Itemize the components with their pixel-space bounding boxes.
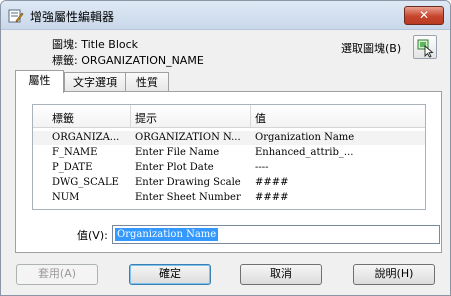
column-header-value[interactable]: 值 (255, 110, 266, 126)
cell-value: ---- (255, 162, 269, 173)
window-title: 增強屬性編輯器 (30, 10, 115, 24)
cell-tag: DWG_SCALE (52, 177, 119, 188)
tab-properties-label: 性質 (136, 76, 158, 89)
close-button[interactable]: ✕ (404, 6, 444, 25)
help-button-label: 說明(H) (374, 267, 414, 280)
tab-text-options-label: 文字選項 (73, 76, 117, 89)
tag-name-label: 標籤: ORGANIZATION_NAME (52, 54, 204, 67)
enhanced-attribute-editor-window: 增強屬性編輯器 ✕ 圖塊: Title Block 標籤: ORGANIZATI… (0, 0, 451, 296)
table-row[interactable]: DWG_SCALE Enter Drawing Scale #### (33, 176, 425, 190)
tab-attribute[interactable]: 屬性 (15, 70, 64, 93)
select-block-icon (414, 39, 436, 61)
select-block-button[interactable] (413, 35, 437, 59)
cell-value: #### (255, 192, 289, 203)
attribute-list[interactable]: 標籤 提示 值 ORGANIZA... ORGANIZATION N... Or… (32, 104, 426, 210)
table-row[interactable]: F_NAME Enter File Name Enhanced_attrib_.… (33, 146, 425, 160)
help-button[interactable]: 說明(H) (353, 264, 435, 285)
table-row[interactable]: NUM Enter Sheet Number #### (33, 191, 425, 205)
cell-value: #### (255, 177, 289, 188)
title-bar[interactable]: 增強屬性編輯器 ✕ (1, 1, 450, 30)
value-input-text: Organization Name (115, 228, 219, 241)
column-divider[interactable] (250, 105, 251, 127)
tab-attribute-label: 屬性 (28, 74, 51, 87)
cancel-button-label: 取消 (270, 267, 292, 280)
close-icon: ✕ (418, 8, 430, 22)
cell-prompt: Enter Plot Date (135, 162, 214, 173)
cell-prompt: Enter File Name (135, 147, 220, 158)
tab-properties[interactable]: 性質 (125, 72, 169, 93)
cell-prompt: Enter Sheet Number (135, 192, 241, 203)
block-name-label: 圖塊: Title Block (52, 38, 139, 51)
cell-tag: ORGANIZA... (52, 132, 120, 143)
app-icon (8, 8, 24, 24)
apply-button-label: 套用(A) (37, 267, 77, 280)
cell-value: Enhanced_attrib_... (255, 147, 354, 158)
value-input[interactable]: Organization Name (112, 225, 440, 244)
attribute-tab-panel: 標籤 提示 值 ORGANIZA... ORGANIZATION N... Or… (15, 91, 442, 253)
cell-prompt: Enter Drawing Scale (135, 177, 241, 188)
column-header-prompt[interactable]: 提示 (135, 110, 157, 126)
attribute-list-header: 標籤 提示 值 (33, 105, 425, 128)
cancel-button[interactable]: 取消 (240, 264, 322, 285)
table-row[interactable]: P_DATE Enter Plot Date ---- (33, 161, 425, 175)
cell-tag: P_DATE (52, 162, 93, 173)
ok-button[interactable]: 確定 (129, 264, 211, 285)
cell-value: Organization Name (255, 132, 355, 143)
table-row[interactable]: ORGANIZA... ORGANIZATION N... Organizati… (33, 131, 425, 145)
tab-text-options[interactable]: 文字選項 (64, 72, 126, 93)
cell-tag: NUM (52, 192, 80, 203)
apply-button[interactable]: 套用(A) (16, 264, 98, 285)
value-field-label: 值(V): (77, 229, 108, 242)
cell-prompt: ORGANIZATION N... (135, 132, 241, 143)
ok-button-label: 確定 (159, 267, 181, 280)
column-divider[interactable] (130, 105, 131, 127)
cell-tag: F_NAME (52, 147, 98, 158)
column-header-tag[interactable]: 標籤 (52, 110, 74, 126)
select-block-label: 選取圖塊(B) (341, 42, 402, 55)
